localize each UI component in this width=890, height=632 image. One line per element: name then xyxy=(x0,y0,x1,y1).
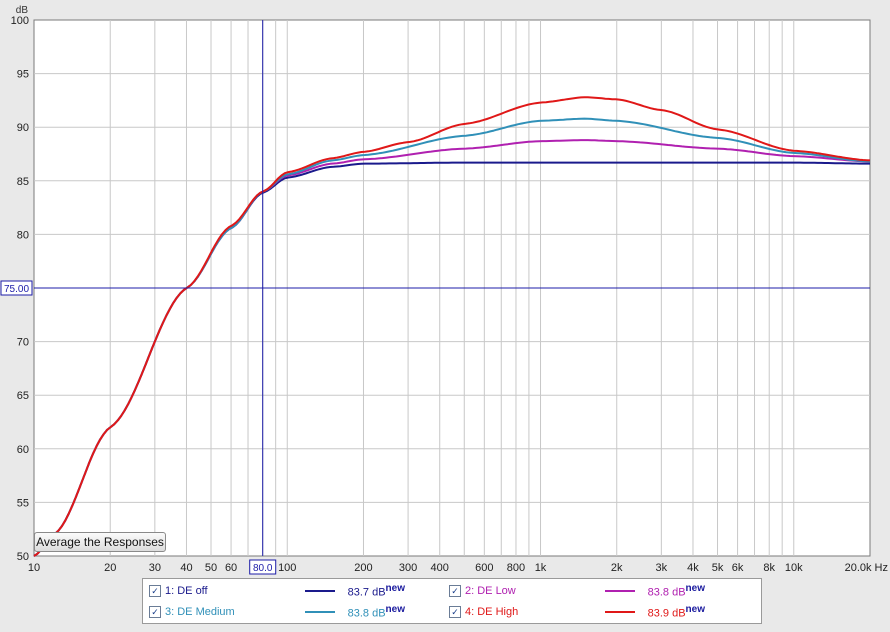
legend-level-value: 83.8 dBnew xyxy=(335,604,405,620)
y-tick-label: 85 xyxy=(17,176,29,188)
legend-color-swatch xyxy=(305,611,335,613)
legend-checkbox[interactable]: ✓ xyxy=(449,606,461,618)
x-tick-label: 20 xyxy=(104,562,116,574)
x-tick-label: 300 xyxy=(399,562,417,574)
x-tick-label: 800 xyxy=(507,562,525,574)
x-tick-label: 100 xyxy=(278,562,296,574)
y-tick-label: 60 xyxy=(17,444,29,456)
x-tick-label: 40 xyxy=(180,562,192,574)
x-tick-label: 2k xyxy=(611,562,623,574)
x-tick-label: 200 xyxy=(354,562,372,574)
frequency-response-chart[interactable]: 50556065707580859095100 1020304050601002… xyxy=(0,0,890,580)
legend-level-value: 83.8 dBnew xyxy=(635,583,705,599)
x-tick-label: 10 xyxy=(28,562,40,574)
legend-checkbox[interactable]: ✓ xyxy=(449,585,461,597)
cursor-x-readout: 80.0 xyxy=(253,563,273,574)
legend-new-tag: new xyxy=(385,604,405,616)
x-tick-label: 20.0k Hz xyxy=(845,562,888,574)
legend-level-text: 83.7 dB xyxy=(347,586,386,599)
legend-series-name: 1: DE off xyxy=(165,585,208,597)
legend-checkbox[interactable]: ✓ xyxy=(149,585,161,597)
legend-item[interactable]: ✓ 4: DE High 83.9 dBnew xyxy=(449,602,705,622)
legend-new-tag: new xyxy=(385,583,405,595)
cursor-y-readout: 75.00 xyxy=(4,284,29,295)
legend-item[interactable]: ✓ 2: DE Low 83.8 dBnew xyxy=(449,581,705,601)
legend-level-text: 83.8 dB xyxy=(347,607,386,620)
x-tick-label: 10k xyxy=(785,562,803,574)
y-unit-label: dB xyxy=(16,5,29,16)
x-tick-label: 50 xyxy=(205,562,217,574)
average-responses-button[interactable]: Average the Responses xyxy=(34,532,166,552)
x-tick-label: 600 xyxy=(475,562,493,574)
legend-level-value: 83.9 dBnew xyxy=(635,604,705,620)
x-tick-label: 4k xyxy=(687,562,699,574)
x-tick-label: 30 xyxy=(149,562,161,574)
y-tick-label: 90 xyxy=(17,122,29,134)
legend-level-value: 83.7 dBnew xyxy=(335,583,405,599)
y-tick-label: 95 xyxy=(17,69,29,81)
legend-series-name: 4: DE High xyxy=(465,606,519,618)
x-tick-label: 60 xyxy=(225,562,237,574)
legend-new-tag: new xyxy=(685,604,705,616)
legend-checkbox[interactable]: ✓ xyxy=(149,606,161,618)
legend: ✓ 1: DE off 83.7 dBnew ✓ 2: DE Low 83.8 dBnew… xyxy=(142,578,762,624)
y-tick-label: 100 xyxy=(11,15,29,27)
legend-new-tag: new xyxy=(685,583,705,595)
x-axis-ticks: 10 20 30 40 50 60 100 200 300 400 600 800 1k 2k 3k 4k 5k… xyxy=(28,562,888,574)
legend-series-name: 3: DE Medium xyxy=(165,606,235,618)
legend-level-text: 83.9 dB xyxy=(647,607,686,620)
y-tick-label: 55 xyxy=(17,497,29,509)
y-tick-label: 70 xyxy=(17,337,29,349)
legend-series-name: 2: DE Low xyxy=(465,585,516,597)
legend-item[interactable]: ✓ 1: DE off 83.7 dBnew xyxy=(149,581,405,601)
y-tick-label: 65 xyxy=(17,390,29,402)
x-tick-label: 6k xyxy=(732,562,744,574)
legend-item[interactable]: ✓ 3: DE Medium 83.8 dBnew xyxy=(149,602,405,622)
x-tick-label: 8k xyxy=(763,562,775,574)
x-tick-label: 400 xyxy=(431,562,449,574)
x-tick-label: 1k xyxy=(535,562,547,574)
legend-color-swatch xyxy=(605,590,635,592)
x-tick-label: 5k xyxy=(712,562,724,574)
x-tick-label: 3k xyxy=(656,562,668,574)
legend-color-swatch xyxy=(605,611,635,613)
y-tick-label: 80 xyxy=(17,229,29,241)
legend-color-swatch xyxy=(305,590,335,592)
legend-level-text: 83.8 dB xyxy=(647,586,686,599)
